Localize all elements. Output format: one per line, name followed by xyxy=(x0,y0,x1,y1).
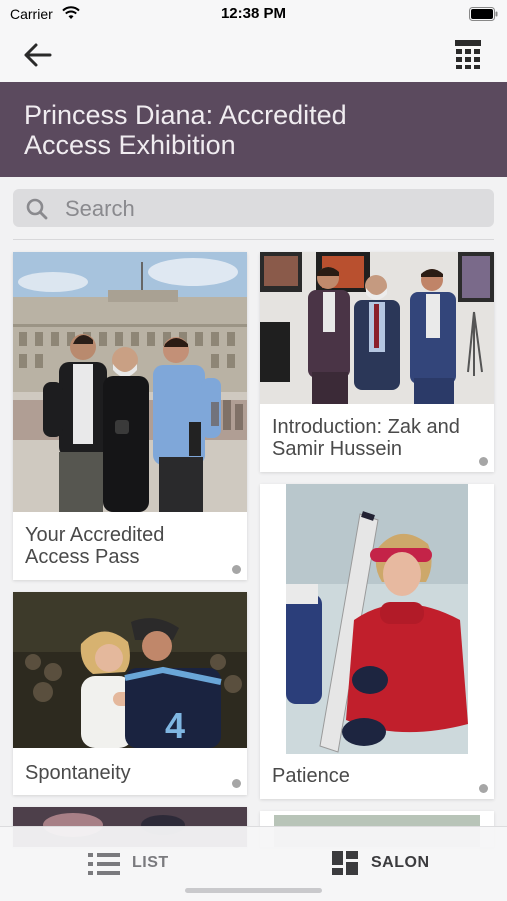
card-image: 4 xyxy=(13,592,247,748)
card-image xyxy=(260,484,494,754)
card-label: Introduction: Zak and Samir Hussein xyxy=(272,416,460,460)
svg-text:4: 4 xyxy=(165,705,185,746)
card-accredited-access-pass[interactable]: Your Accredited Access Pass xyxy=(13,252,247,580)
status-dot xyxy=(232,779,241,788)
tab-list[interactable]: LIST xyxy=(80,827,190,901)
status-dot xyxy=(479,784,488,793)
home-indicator xyxy=(185,888,322,893)
card-image xyxy=(13,252,247,512)
salon-grid: Your Accredited Access Pass Introduction… xyxy=(0,0,507,900)
card-patience[interactable]: Patience xyxy=(260,484,494,799)
card-label: Spontaneity xyxy=(25,762,131,784)
tab-list-label: LIST xyxy=(132,854,169,871)
card-introduction[interactable]: Introduction: Zak and Samir Hussein xyxy=(260,252,494,472)
salon-grid-icon xyxy=(332,851,358,875)
card-spontaneity[interactable]: 4 Spontaneity xyxy=(13,592,247,795)
card-image xyxy=(260,252,494,404)
tab-salon-label: SALON xyxy=(371,854,430,871)
tab-salon[interactable]: SALON xyxy=(325,827,445,901)
card-label: Patience xyxy=(272,765,350,787)
status-dot xyxy=(479,457,488,466)
list-icon xyxy=(88,853,120,875)
card-label: Your Accredited Access Pass xyxy=(25,524,165,568)
status-dot xyxy=(232,565,241,574)
